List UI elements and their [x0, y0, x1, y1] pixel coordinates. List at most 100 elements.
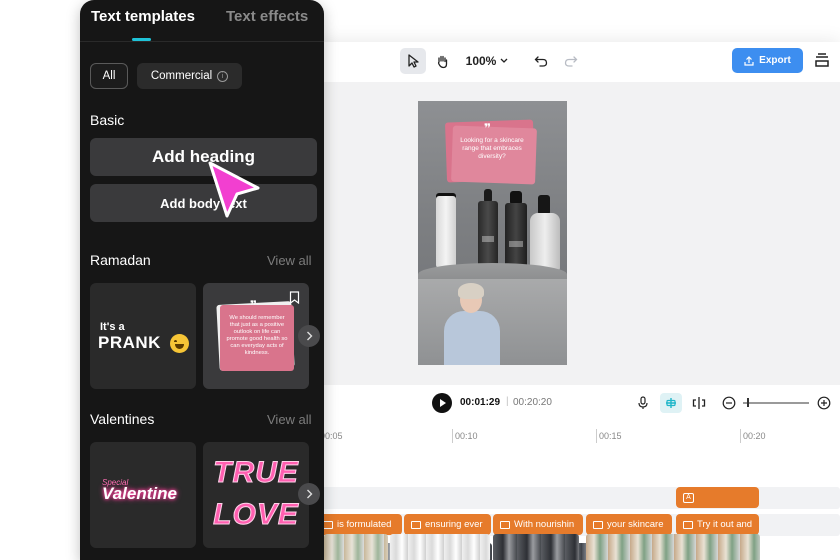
microphone-button[interactable]	[634, 394, 652, 412]
quote-template-text: We should remember that just as a positi…	[226, 315, 288, 356]
ruler-tick	[452, 429, 453, 443]
info-icon[interactable]: i	[217, 70, 229, 82]
ramadan-next-arrow[interactable]	[298, 325, 320, 347]
ruler-label: 00:10	[455, 431, 478, 441]
text-clip-label: is formulated	[337, 519, 392, 530]
text-clip-label: With nourishin	[514, 519, 575, 530]
section-title-valentines: Valentines	[90, 411, 155, 427]
snap-toggle[interactable]	[660, 393, 682, 413]
caption-icon	[411, 520, 421, 529]
filter-all[interactable]: All	[90, 63, 128, 89]
current-time: 00:01:29	[460, 397, 501, 408]
zoom-dropdown[interactable]: 100%	[462, 50, 512, 72]
minus-circle-icon	[722, 396, 736, 410]
filter-all-label: All	[102, 70, 116, 82]
text-clip[interactable]: Try it out and	[676, 514, 759, 535]
add-heading-button[interactable]: Add heading	[90, 138, 317, 176]
zoom-slider-thumb[interactable]	[747, 398, 749, 407]
caption-icon	[500, 520, 510, 529]
text-clip[interactable]: A	[676, 487, 759, 508]
video-clip[interactable]	[586, 534, 760, 560]
zoom-in-button[interactable]	[815, 394, 833, 412]
mouse-cursor-icon	[208, 161, 260, 218]
preview-canvas[interactable]: ❞ Looking for a skincare range that embr…	[300, 82, 840, 385]
video-clip[interactable]	[324, 534, 388, 560]
video-clip[interactable]	[390, 534, 490, 560]
tab-text-effects[interactable]: Text effects	[226, 8, 308, 25]
valentine-big-text: Valentine	[102, 484, 177, 503]
ruler-label: 00:20	[743, 431, 766, 441]
presenter-hair	[458, 283, 484, 299]
tab-text-templates[interactable]: Text templates	[91, 8, 195, 25]
hand-icon	[437, 55, 447, 68]
template-card-prank[interactable]: It's a PRANK	[90, 283, 196, 389]
section-title-basic: Basic	[90, 112, 125, 128]
text-clip[interactable]: ensuring ever	[404, 514, 491, 535]
view-all-ramadan[interactable]: View all	[267, 253, 312, 268]
presenter-body	[444, 311, 500, 365]
template-card-quote[interactable]: ❞ We should remember that just as a posi…	[203, 283, 309, 389]
layers-icon[interactable]	[812, 51, 832, 71]
ruler-tick	[596, 429, 597, 443]
text-clip[interactable]: is formulated	[316, 514, 402, 535]
upload-icon	[744, 55, 754, 66]
bottle-shape	[538, 195, 550, 215]
prank-big-text: PRANK	[98, 333, 161, 352]
template-card-valentine[interactable]: Special Valentine	[90, 442, 196, 548]
export-label: Export	[759, 55, 791, 66]
true-love-line2: LOVE	[213, 498, 299, 532]
true-love-line1: TRUE	[213, 456, 299, 490]
play-button[interactable]	[432, 393, 452, 413]
bottle-shape	[505, 203, 527, 271]
app-root: 100% Export ❞ Looking for a skincare ran…	[0, 0, 840, 560]
pointer-icon	[408, 54, 419, 68]
zoom-slider-track[interactable]	[743, 402, 809, 404]
zoom-value: 100%	[465, 54, 497, 68]
laughing-emoji-icon	[170, 334, 189, 353]
caption-icon	[683, 520, 693, 529]
bottle-label	[482, 236, 494, 242]
total-time: 00:20:20	[513, 397, 552, 408]
magnet-icon	[666, 398, 676, 408]
tab-divider	[80, 41, 324, 42]
section-title-ramadan: Ramadan	[90, 252, 151, 268]
video-clip[interactable]	[493, 534, 579, 560]
filter-commercial[interactable]: Commercial i	[137, 63, 242, 89]
text-clip[interactable]: With nourishin	[493, 514, 583, 535]
text-clip-label: Try it out and	[697, 519, 753, 530]
playback-bar: 00:01:29 | 00:20:20	[300, 385, 840, 419]
select-tool-button[interactable]	[400, 48, 426, 74]
track-background	[300, 487, 840, 509]
export-button[interactable]: Export	[732, 48, 803, 73]
bookmark-icon[interactable]	[289, 291, 300, 304]
video-preview[interactable]: ❞ Looking for a skincare range that embr…	[418, 101, 567, 365]
hand-tool-button[interactable]	[429, 48, 455, 74]
zoom-out-button[interactable]	[720, 394, 738, 412]
add-body-text-button[interactable]: Add body text	[90, 184, 317, 222]
valentines-next-arrow[interactable]	[298, 483, 320, 505]
bottle-shape	[436, 196, 456, 268]
quote-mark-icon: ❞	[484, 121, 492, 135]
canvas-quote-text[interactable]: Looking for a skincare range that embrac…	[456, 137, 528, 161]
caption-icon	[323, 520, 333, 529]
caption-icon	[593, 520, 603, 529]
filter-commercial-label: Commercial	[150, 70, 213, 82]
bottle-shape	[530, 213, 560, 271]
redo-button[interactable]	[558, 49, 584, 73]
text-clip-icon: A	[683, 492, 694, 503]
template-card-true-love[interactable]: TRUE LOVE	[203, 442, 309, 548]
chevron-right-icon	[306, 489, 312, 499]
time-separator: |	[506, 396, 509, 407]
text-clip[interactable]: your skincare	[586, 514, 672, 535]
microphone-icon	[638, 396, 648, 409]
split-button[interactable]	[690, 394, 708, 412]
prank-small-text: It's a	[100, 321, 125, 333]
split-icon	[692, 397, 706, 409]
text-clip-label: ensuring ever	[425, 519, 483, 530]
quote-mark-icon: ❞	[250, 298, 258, 312]
bottle-label	[509, 241, 523, 247]
undo-button[interactable]	[528, 49, 554, 73]
ruler-tick	[740, 429, 741, 443]
view-all-valentines[interactable]: View all	[267, 412, 312, 427]
ruler-label: 00:15	[599, 431, 622, 441]
